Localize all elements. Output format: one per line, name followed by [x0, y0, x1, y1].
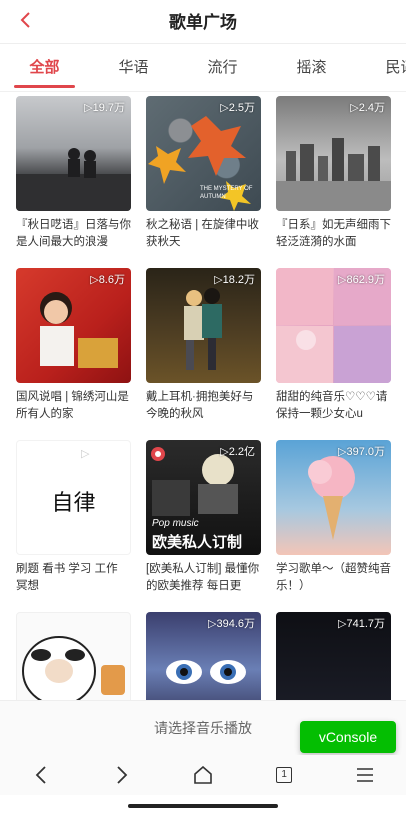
playlist-cover[interactable]: ▷18.2万 [146, 268, 261, 383]
playlist-name: 学习歌单～（超赞纯音乐！） [276, 563, 391, 592]
play-count: ▷2.4万 [350, 102, 385, 114]
playlist-card[interactable]: ▷862.9万 甜甜的纯音乐♡♡♡请保持一颗少女心u [276, 268, 391, 423]
playlist-cover[interactable]: ▷397.0万 [276, 440, 391, 555]
playlist-card[interactable]: ▷8.6万 国风说唱 | 锦绣河山是所有人的家 [16, 268, 131, 423]
playlist-cover[interactable]: ▷2.5万 THE MYSTERY OF AUTUMN [146, 96, 261, 211]
cover-text: THE MYSTERY OF AUTUMN [200, 186, 253, 200]
playlist-grid: ▷19.7万 『秋日呓语』日落与你是人间最大的浪漫 ▷2.5万 THE MYST… [16, 96, 396, 700]
vconsole-button[interactable]: vConsole [300, 721, 396, 753]
playlist-name: 戴上耳机·拥抱美好与今晚的秋风 [146, 391, 254, 420]
playlist-name: 刷题 看书 学习 工作 冥想 [16, 563, 118, 592]
play-count: ▷2.5万 [220, 102, 255, 114]
menu-icon[interactable] [345, 759, 385, 791]
playlist-name: 甜甜的纯音乐♡♡♡请保持一颗少女心u [276, 391, 388, 420]
playlist-name: 秋之秘语 | 在旋律中收获秋天 [146, 219, 259, 248]
home-icon[interactable] [183, 759, 223, 791]
cover-text-main: 欧美私人订制 [152, 534, 243, 551]
playlist-card[interactable]: ▷2.4万 『日系』如无声细雨下轻泛涟漪的水面 [276, 96, 391, 251]
play-count: ▷397.0万 [338, 446, 385, 458]
playlist-card[interactable]: ▷19.7万 『秋日呓语』日落与你是人间最大的浪漫 [16, 96, 131, 251]
play-count: ▷2.2亿 [220, 446, 255, 458]
tab-pop[interactable]: 流行 [178, 44, 267, 91]
playlist-cover[interactable]: ▷2.4万 [276, 96, 391, 211]
play-count: ▷394.6万 [208, 618, 255, 630]
playlist-cover[interactable]: ▷2.2亿 Pop music 欧美私人订制 [146, 440, 261, 555]
tab-all[interactable]: 全部 [0, 44, 89, 91]
tabs-icon[interactable]: 1 [264, 759, 304, 791]
play-count: ▷741.7万 [338, 618, 385, 630]
home-indicator [128, 804, 278, 808]
playlist-card[interactable]: ▷397.0万 学习歌单～（超赞纯音乐！） [276, 440, 391, 595]
playlist-cover[interactable]: ▷8.6万 [16, 268, 131, 383]
play-count: ▷19.7万 [84, 102, 125, 114]
tab-count: 1 [276, 767, 293, 783]
playlist-card[interactable]: ▷2.2亿 Pop music 欧美私人订制 [欧美私人订制] 最懂你的欧美推荐… [146, 440, 261, 595]
playlist-cover[interactable]: ▷862.9万 [276, 268, 391, 383]
playlist-card[interactable]: ▷18.2万 戴上耳机·拥抱美好与今晚的秋风 [146, 268, 261, 423]
playlist-cover[interactable] [16, 612, 131, 700]
playlist-card[interactable]: ▷ 自律 刷题 看书 学习 工作 冥想 [16, 440, 131, 595]
playlist-card[interactable]: ▷741.7万 [276, 612, 391, 700]
playlist-cover[interactable]: ▷741.7万 [276, 612, 391, 700]
forward-icon[interactable] [102, 759, 142, 791]
browser-toolbar: 1 [0, 755, 406, 795]
playlist-name: 国风说唱 | 锦绣河山是所有人的家 [16, 391, 129, 420]
playlist-cover[interactable]: ▷394.6万 [146, 612, 261, 700]
playlist-card[interactable]: ▷2.5万 THE MYSTERY OF AUTUMN 秋之秘语 | 在旋律中收… [146, 96, 261, 251]
page-title: 歌单广场 [169, 13, 237, 32]
tab-rock[interactable]: 摇滚 [267, 44, 356, 91]
play-count: ▷18.2万 [214, 274, 255, 286]
cover-text: 自律 [51, 491, 96, 516]
tab-chinese[interactable]: 华语 [89, 44, 178, 91]
playlist-card[interactable] [16, 612, 131, 700]
cover-text-top: Pop music [152, 518, 199, 529]
playlist-name: [欧美私人订制] 最懂你的欧美推荐 每日更新... [146, 563, 260, 592]
top-bar: 歌单广场 [0, 0, 406, 44]
playlist-name: 『秋日呓语』日落与你是人间最大的浪漫 [16, 219, 131, 248]
playlist-cover[interactable]: ▷19.7万 [16, 96, 131, 211]
playlist-card[interactable]: ▷394.6万 [146, 612, 261, 700]
play-count: ▷862.9万 [338, 274, 385, 286]
play-count: ▷8.6万 [90, 274, 125, 286]
tab-folk[interactable]: 民谣 [356, 44, 406, 91]
playlist-name: 『日系』如无声细雨下轻泛涟漪的水面 [276, 219, 391, 248]
back-icon[interactable] [21, 759, 61, 791]
playlist-cover[interactable]: ▷ 自律 [16, 440, 131, 555]
category-tabs: 全部 华语 流行 摇滚 民谣 [0, 44, 406, 92]
play-icon: ▷ [81, 448, 90, 460]
